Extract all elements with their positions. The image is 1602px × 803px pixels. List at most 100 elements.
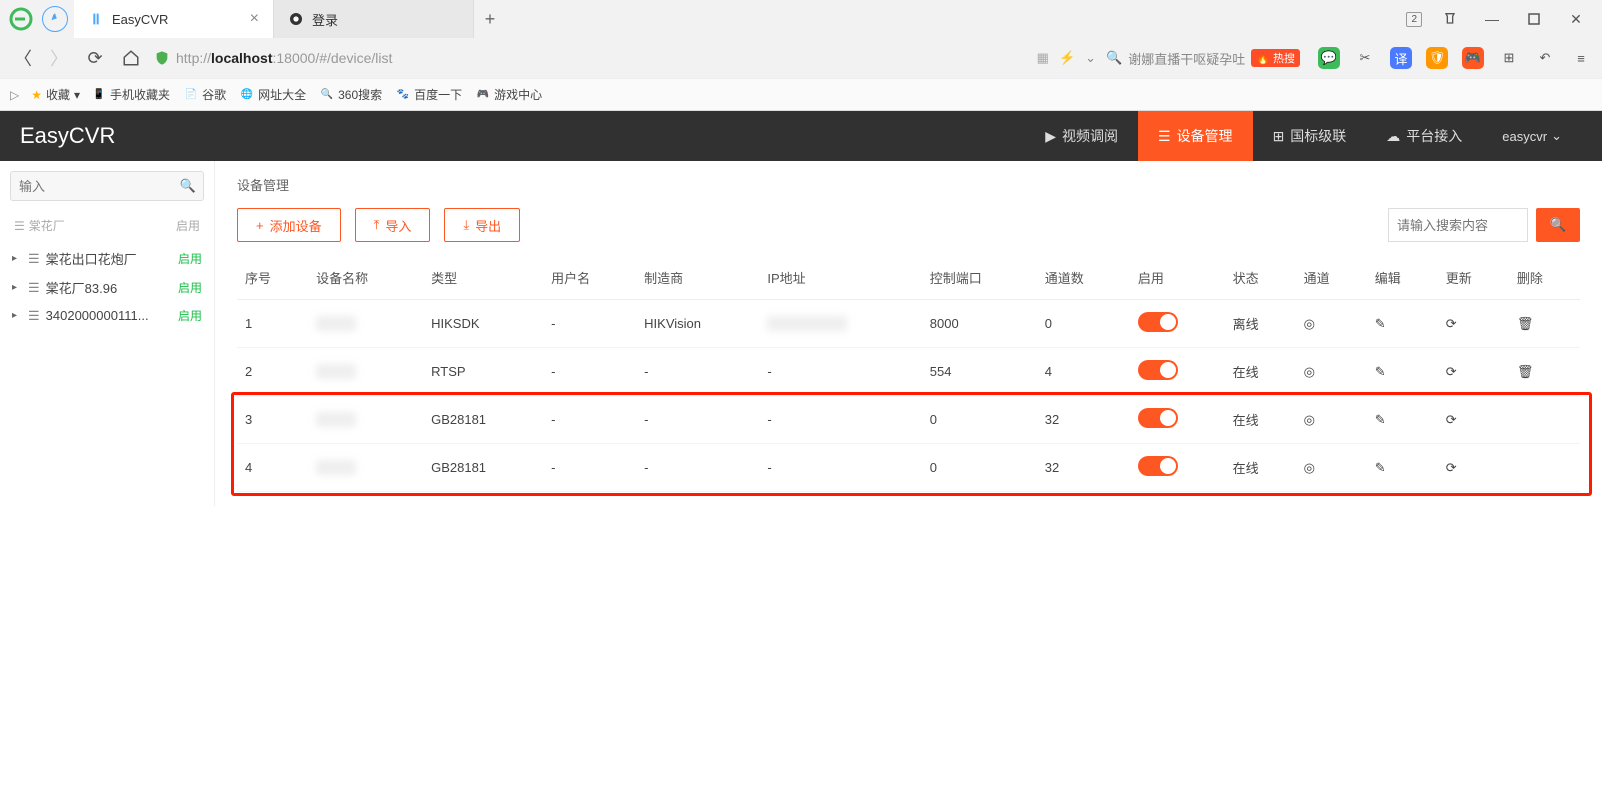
table-row: 2[blur]RTSP---5544在线◎✎⟳🗑: [237, 348, 1580, 396]
bookmark-icon: 🌐: [240, 88, 254, 102]
cell-status: 离线: [1225, 300, 1296, 348]
close-window-button[interactable]: ✕: [1562, 5, 1590, 33]
folder-icon: ☰: [28, 251, 40, 267]
bolt-icon[interactable]: ⚡: [1059, 50, 1075, 66]
bookmark-icon: 📱: [92, 88, 106, 102]
table-search-input[interactable]: [1388, 208, 1528, 242]
search-icon[interactable]: 🔍: [180, 178, 196, 194]
add-device-button[interactable]: +添加设备: [237, 208, 341, 242]
close-tab-button[interactable]: ×: [250, 10, 259, 28]
tab-favicon-icon: [288, 11, 304, 27]
enable-toggle[interactable]: [1138, 456, 1178, 476]
compass-icon[interactable]: [42, 6, 68, 32]
cell-port: 0: [922, 444, 1037, 492]
reload-button[interactable]: ⟳: [82, 45, 108, 71]
channel-icon[interactable]: ◎: [1304, 364, 1315, 379]
caret-icon: ▸: [12, 282, 22, 293]
cell-name: [blur]: [308, 396, 423, 444]
refresh-icon[interactable]: ⟳: [1446, 316, 1457, 331]
chevron-down-icon[interactable]: ⌄: [1085, 50, 1096, 66]
ext-undo-icon[interactable]: ↶: [1534, 47, 1556, 69]
cell-name: [blur]: [308, 300, 423, 348]
delete-icon[interactable]: 🗑: [1517, 364, 1534, 379]
address-bar[interactable]: http://localhost:18000/#/device/list: [154, 50, 1027, 66]
qr-icon[interactable]: ▦: [1037, 50, 1049, 66]
home-button[interactable]: [118, 45, 144, 71]
bookmark-item[interactable]: 📱手机收藏夹: [92, 86, 170, 103]
browser-tab[interactable]: 登录: [274, 0, 474, 38]
bookmark-item[interactable]: 📄谷歌: [184, 86, 226, 103]
tree-item[interactable]: ▸☰棠花出口花炮厂启用: [10, 244, 204, 273]
cell-idx: 1: [237, 300, 308, 348]
bookmark-icon: 🐾: [396, 88, 410, 102]
folder-icon: ☰: [28, 308, 40, 324]
ext-menu-icon[interactable]: ≡: [1570, 47, 1592, 69]
ext-shield-icon[interactable]: 🛡: [1426, 47, 1448, 69]
play-icon: ▶: [1045, 128, 1056, 145]
folder-icon: ☰: [28, 280, 40, 296]
cell-status: 在线: [1225, 444, 1296, 492]
bookmark-item[interactable]: 🎮游戏中心: [476, 86, 542, 103]
bookmark-star[interactable]: ★收藏 ▾: [31, 86, 80, 103]
nav-list[interactable]: ☰设备管理: [1138, 111, 1253, 161]
cell-idx: 2: [237, 348, 308, 396]
cell-user: -: [543, 348, 636, 396]
ext-chat-icon[interactable]: 💬: [1318, 47, 1340, 69]
delete-icon[interactable]: 🗑: [1517, 316, 1534, 331]
browser-tab[interactable]: EasyCVR×: [74, 0, 274, 38]
ext-scissors-icon[interactable]: ✂: [1354, 47, 1376, 69]
refresh-icon[interactable]: ⟳: [1446, 412, 1457, 427]
cell-vendor: -: [636, 348, 759, 396]
nav-play[interactable]: ▶视频调阅: [1025, 111, 1138, 161]
cloud-icon: ☁: [1386, 128, 1400, 145]
upload-icon: ⤒: [374, 217, 380, 233]
col-header: 通道: [1296, 256, 1367, 300]
minimize-button[interactable]: —: [1478, 5, 1506, 33]
bookmark-item[interactable]: 🐾百度一下: [396, 86, 462, 103]
bookmark-item[interactable]: 🌐网址大全: [240, 86, 306, 103]
import-button[interactable]: ⤒导入: [355, 208, 431, 242]
edit-icon[interactable]: ✎: [1375, 316, 1386, 331]
ext-grid-icon[interactable]: ⊞: [1498, 47, 1520, 69]
channel-icon[interactable]: ◎: [1304, 460, 1315, 475]
bookmark-icon: 📄: [184, 88, 198, 102]
ext-game-icon[interactable]: 🎮: [1462, 47, 1484, 69]
refresh-icon[interactable]: ⟳: [1446, 364, 1457, 379]
back-button[interactable]: 〈: [10, 45, 36, 71]
tree-item[interactable]: ▸☰棠花厂83.96启用: [10, 273, 204, 302]
ext-translate-icon[interactable]: 译: [1390, 47, 1412, 69]
nav-cloud[interactable]: ☁平台接入: [1366, 111, 1482, 161]
edit-icon[interactable]: ✎: [1375, 364, 1386, 379]
grid-icon: ⊞: [1273, 128, 1285, 145]
enable-toggle[interactable]: [1138, 360, 1178, 380]
forward-button[interactable]: 〉: [46, 45, 72, 71]
col-header: 删除: [1509, 256, 1580, 300]
bookmark-toggle-icon[interactable]: ▷: [10, 88, 19, 102]
wardrobe-icon[interactable]: [1436, 5, 1464, 33]
nav-grid[interactable]: ⊞国标级联: [1253, 111, 1367, 161]
cell-user: -: [543, 444, 636, 492]
user-menu[interactable]: easycvr ⌄: [1482, 128, 1582, 144]
app-title: EasyCVR: [20, 123, 115, 149]
bookmark-item[interactable]: 🔍360搜索: [320, 86, 382, 103]
hot-badge: 🔥 热搜: [1251, 49, 1300, 67]
search-button[interactable]: 🔍: [1536, 208, 1580, 242]
new-tab-button[interactable]: +: [474, 9, 506, 30]
enable-toggle[interactable]: [1138, 312, 1178, 332]
cell-user: -: [543, 396, 636, 444]
channel-icon[interactable]: ◎: [1304, 316, 1315, 331]
export-button[interactable]: ⤓导出: [444, 208, 520, 242]
tree-head-left: ☰棠花厂: [14, 217, 65, 234]
table-row: 1[blur]HIKSDK-HIKVisionxxxx80000离线◎✎⟳🗑: [237, 300, 1580, 348]
sidebar-search-input[interactable]: [10, 171, 204, 201]
browser-search[interactable]: 🔍 谢娜直播干呕疑孕吐 🔥 热搜: [1106, 49, 1300, 68]
refresh-icon[interactable]: ⟳: [1446, 460, 1457, 475]
cell-channel: ◎: [1296, 300, 1367, 348]
enable-toggle[interactable]: [1138, 408, 1178, 428]
edit-icon[interactable]: ✎: [1375, 412, 1386, 427]
maximize-button[interactable]: [1520, 5, 1548, 33]
channel-icon[interactable]: ◎: [1304, 412, 1315, 427]
tree-item[interactable]: ▸☰3402000000111...启用: [10, 302, 204, 329]
col-header: 通道数: [1037, 256, 1130, 300]
edit-icon[interactable]: ✎: [1375, 460, 1386, 475]
